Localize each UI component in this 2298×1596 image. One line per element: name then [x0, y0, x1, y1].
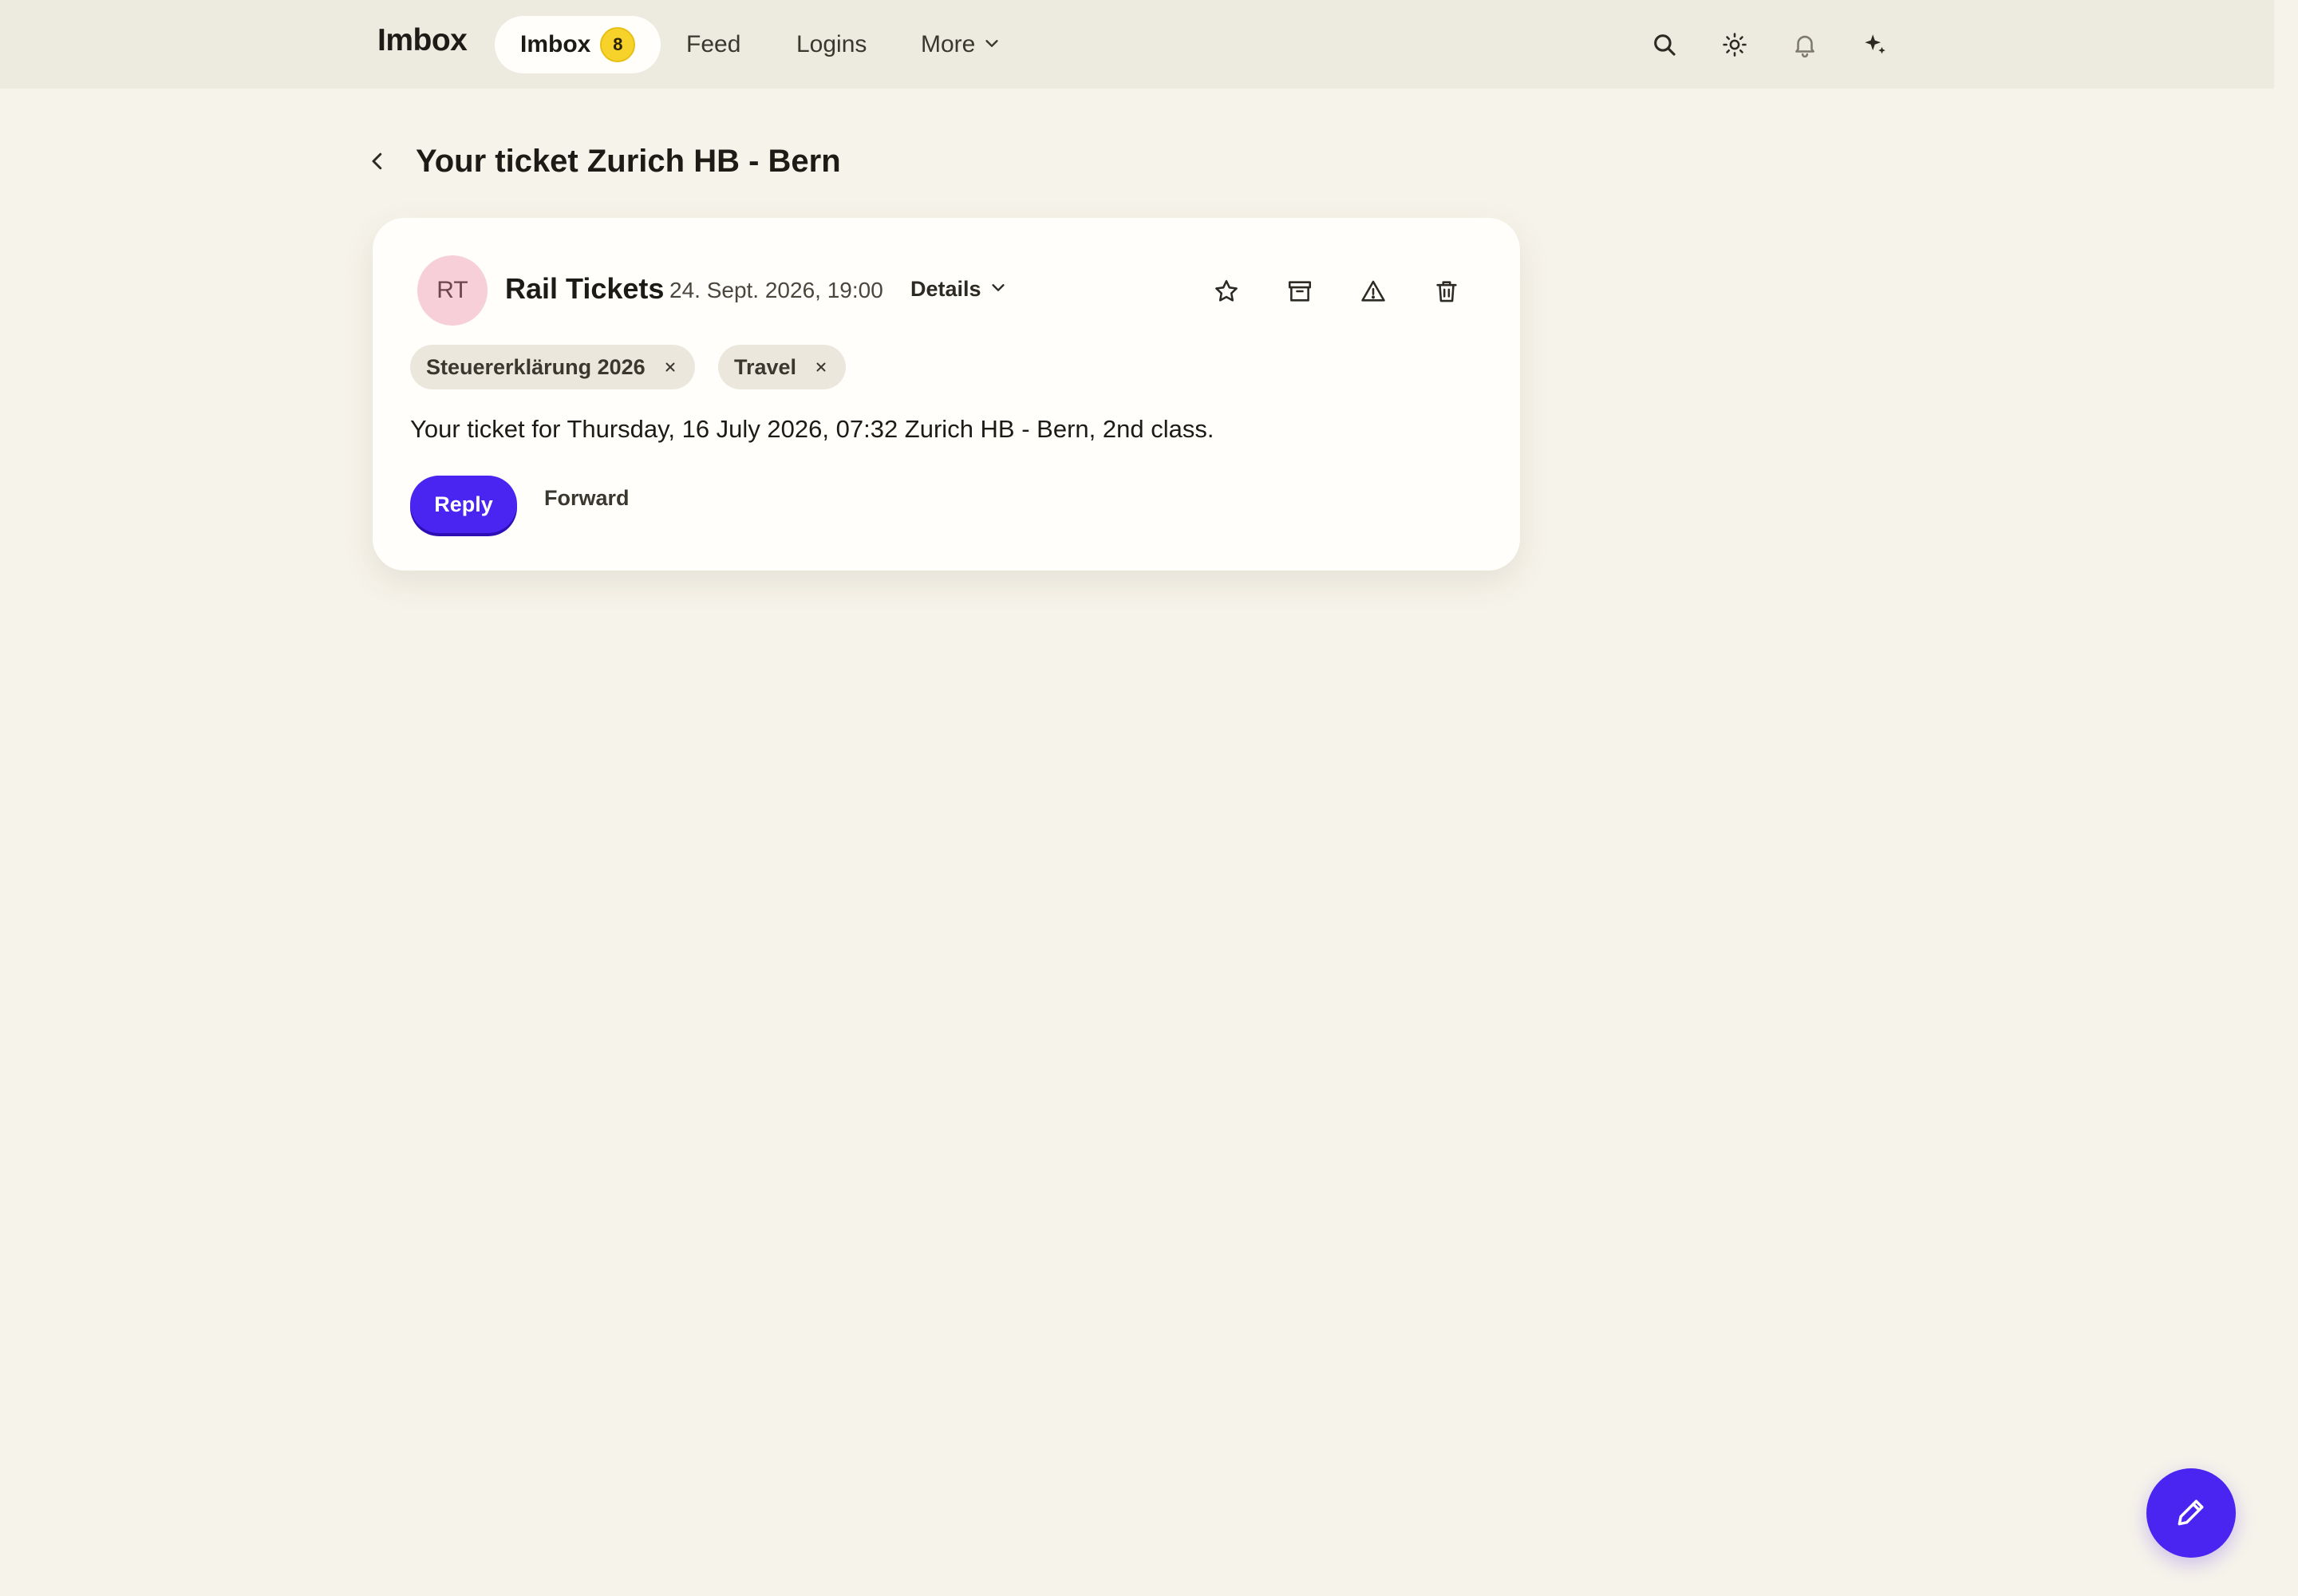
nav-tab-feed[interactable]: Feed — [686, 16, 740, 73]
forward-button[interactable]: Forward — [544, 486, 630, 511]
pencil-icon — [2174, 1495, 2209, 1532]
label-tag: Steuererklärung 2026 — [410, 345, 695, 389]
compose-button[interactable] — [2146, 1468, 2236, 1558]
label-tag-text: Steuererklärung 2026 — [426, 354, 646, 379]
nav-tab-imbox[interactable]: Imbox 8 — [495, 16, 661, 73]
unread-count-badge: 8 — [600, 27, 636, 62]
back-arrow-icon[interactable] — [363, 147, 392, 176]
label-tag-text: Travel — [734, 354, 797, 379]
chevron-down-icon — [983, 31, 1001, 58]
sender-name[interactable]: Rail Tickets — [505, 272, 664, 306]
remove-tag-icon[interactable] — [814, 360, 828, 374]
details-toggle[interactable]: Details — [910, 277, 1007, 302]
avatar[interactable]: RT — [417, 255, 488, 326]
nav-tab-label: Imbox — [520, 31, 591, 57]
reply-button[interactable]: Reply — [410, 476, 517, 533]
remove-tag-icon[interactable] — [663, 360, 677, 374]
report-spam-icon[interactable] — [1356, 274, 1391, 309]
details-label: Details — [910, 277, 981, 301]
brand-logo[interactable]: Imbox — [377, 23, 468, 58]
top-navigation-bar: Imbox Imbox 8 Feed Logins More — [0, 0, 2274, 89]
message-date: 24. Sept. 2026, 19:00 — [669, 278, 883, 302]
message-body: Your ticket for Thursday, 16 July 2026, … — [410, 415, 1214, 443]
nav-more-menu[interactable]: More — [921, 16, 1001, 73]
nav-tab-label: More — [921, 31, 976, 57]
search-icon[interactable] — [1647, 27, 1682, 62]
page-title: Your ticket Zurich HB - Bern — [416, 143, 841, 179]
archive-icon[interactable] — [1282, 274, 1317, 309]
label-tag: Travel — [718, 345, 847, 389]
nav-tab-label: Logins — [796, 31, 867, 57]
trash-icon[interactable] — [1429, 274, 1464, 309]
bell-icon[interactable] — [1787, 27, 1822, 62]
sparkle-icon[interactable] — [1858, 27, 1893, 62]
theme-sun-icon[interactable] — [1717, 27, 1752, 62]
page-header: Your ticket Zurich HB - Bern — [363, 137, 841, 185]
message-card: RT Rail Tickets 24. Sept. 2026, 19:00 De… — [373, 218, 1520, 571]
nav-tab-label: Feed — [686, 31, 741, 57]
chevron-down-icon — [989, 277, 1007, 302]
star-icon[interactable] — [1209, 274, 1244, 309]
nav-tab-logins[interactable]: Logins — [796, 16, 867, 73]
